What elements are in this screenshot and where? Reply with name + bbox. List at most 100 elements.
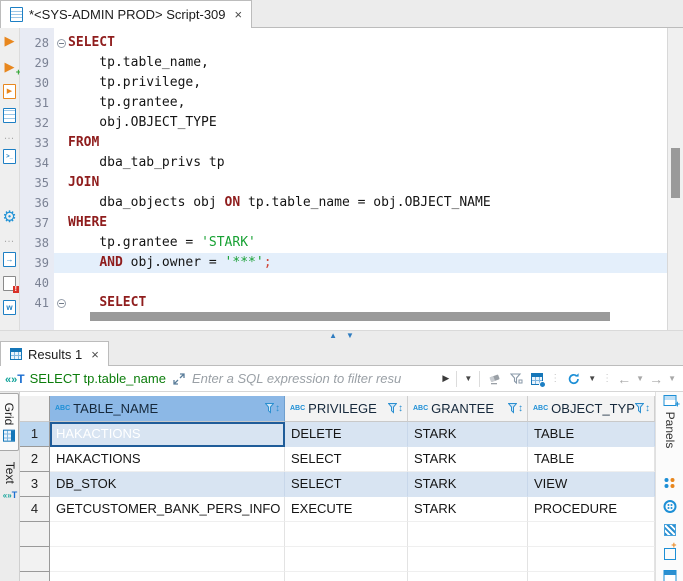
code-line-41[interactable]: 41 SELECT (20, 293, 667, 313)
cell[interactable]: SELECT (285, 447, 408, 472)
code-line-31[interactable]: 31 tp.grantee, (20, 93, 667, 113)
code-line-40[interactable]: 40 (20, 273, 667, 293)
fetch-forward-dropdown-icon[interactable]: ▼ (668, 374, 676, 383)
save-file-error-icon[interactable]: ! (3, 276, 16, 291)
expand-filter-icon[interactable] (173, 373, 185, 385)
grid-settings-icon[interactable] (531, 373, 543, 385)
sql-console-icon[interactable]: >_ (3, 149, 16, 164)
refresh-icon[interactable] (567, 372, 581, 386)
code-line-28[interactable]: 28SELECT (20, 33, 667, 53)
apply-filter-icon[interactable]: ▶ (442, 373, 449, 384)
refresh-dropdown-icon[interactable]: ▼ (588, 374, 596, 383)
cell[interactable]: GETCUSTOMER_BANK_PERS_INFO (50, 497, 285, 522)
filter-sort-icon[interactable]: ↕ (635, 403, 650, 414)
cell[interactable]: PROCEDURE (528, 497, 655, 522)
divider (456, 371, 457, 387)
execute-statement-new-tab-icon[interactable]: ▶+ (1, 58, 18, 75)
filter-sort-icon[interactable]: ↕ (388, 403, 403, 414)
cell[interactable]: STARK (408, 497, 528, 522)
cell[interactable]: TABLE (528, 447, 655, 472)
editor-results-splitter[interactable]: ▲ ▼ (0, 330, 683, 341)
cell (408, 547, 528, 572)
filters-menu-icon[interactable] (510, 373, 523, 385)
cell (408, 572, 528, 581)
code-line-33[interactable]: 33FROM (20, 133, 667, 153)
close-icon[interactable]: × (91, 347, 99, 362)
column-header-privilege[interactable]: ABCPRIVILEGE↕ (285, 396, 408, 422)
word-wrap-icon[interactable]: w (3, 300, 16, 315)
sql-script-icon (10, 7, 23, 22)
cell[interactable]: STARK (408, 447, 528, 472)
metadata-panel-icon[interactable] (664, 548, 676, 560)
filter-sort-icon[interactable]: ↕ (508, 403, 523, 414)
row-number[interactable]: 3 (20, 472, 50, 497)
value-viewer-icon[interactable] (664, 478, 675, 489)
editor-tab[interactable]: *<SYS-ADMIN PROD> Script-309 × (0, 0, 252, 28)
fetch-forward-icon[interactable]: → (649, 372, 663, 386)
editor-vertical-scrollbar[interactable] (671, 148, 680, 198)
fetch-back-dropdown-icon[interactable]: ▼ (636, 374, 644, 383)
code-line-35[interactable]: 35JOIN (20, 173, 667, 193)
next-query-icon[interactable]: → (3, 252, 16, 267)
code-line-34[interactable]: 34 dba_tab_privs tp (20, 153, 667, 173)
editor-horizontal-scrollbar[interactable] (90, 312, 610, 321)
execute-script-icon[interactable]: ▶ (3, 84, 16, 99)
cell[interactable]: SELECT (285, 472, 408, 497)
grid-presentation-icon (3, 429, 15, 441)
code-line-32[interactable]: 32 obj.OBJECT_TYPE (20, 113, 667, 133)
panels-strip: Panels (655, 392, 683, 581)
grid-corner-cell[interactable] (20, 396, 50, 422)
settings-gear-icon[interactable]: ⚙ (1, 209, 18, 226)
divider (479, 371, 480, 387)
code-line-38[interactable]: 38 tp.grantee = 'STARK' (20, 233, 667, 253)
cell[interactable]: STARK (408, 472, 528, 497)
cell[interactable]: DELETE (285, 422, 408, 447)
tab-grid-presentation[interactable]: Grid (0, 393, 19, 451)
cell[interactable]: VIEW (528, 472, 655, 497)
row-number[interactable]: 1 (20, 422, 50, 447)
cell[interactable]: HAKACTIONS (50, 447, 285, 472)
cell[interactable]: DB_STOK (50, 472, 285, 497)
grouping-panel-icon[interactable] (663, 570, 676, 581)
calc-panel-icon[interactable] (664, 524, 676, 536)
maximize-panel-icon[interactable] (663, 395, 676, 406)
close-icon[interactable]: × (235, 7, 243, 22)
column-header-table_name[interactable]: ABCTABLE_NAME↕ (50, 396, 285, 422)
column-header-grantee[interactable]: ABCGRANTEE↕ (408, 396, 528, 422)
row-number[interactable]: 4 (20, 497, 50, 522)
cell[interactable]: STARK (408, 422, 528, 447)
code-line-39[interactable]: 39 AND obj.owner = '***'; (20, 253, 667, 273)
splitter-down-icon[interactable]: ▼ (346, 332, 354, 340)
execute-statement-icon[interactable]: ▶ (1, 32, 18, 49)
cell[interactable]: TABLE (528, 422, 655, 447)
editor-scrollbar-track[interactable] (667, 28, 683, 330)
erase-filter-icon[interactable] (488, 373, 502, 385)
filter-history-dropdown-icon[interactable]: ▼ (464, 374, 472, 383)
filter-query-text[interactable]: SELECT tp.table_name (30, 371, 166, 386)
column-header-object_type[interactable]: ABCOBJECT_TYPE↕ (528, 396, 655, 422)
cell[interactable]: HAKACTIONS (50, 422, 285, 447)
sql-editor[interactable]: 28SELECT29 tp.table_name,30 tp.privilege… (20, 28, 667, 330)
code-line-30[interactable]: 30 tp.privilege, (20, 73, 667, 93)
grid-header: ABCTABLE_NAME↕ABCPRIVILEGE↕ABCGRANTEE↕AB… (20, 396, 655, 422)
row-number[interactable]: 2 (20, 447, 50, 472)
toolbar-overflow-icon: … (1, 132, 18, 140)
text-presentation-icon: «»T (2, 490, 16, 500)
code-line-29[interactable]: 29 tp.table_name, (20, 53, 667, 73)
code-line-36[interactable]: 36 dba_objects obj ON tp.table_name = ob… (20, 193, 667, 213)
tab-text-presentation[interactable]: Text «»T (0, 454, 19, 510)
splitter-up-icon[interactable]: ▲ (329, 332, 337, 340)
text-tab-label: Text (3, 462, 17, 484)
filter-sort-icon[interactable]: ↕ (265, 403, 280, 414)
filter-input[interactable]: Enter a SQL expression to filter resu (192, 371, 439, 386)
fetch-back-icon[interactable]: ← (617, 372, 631, 386)
code-line-37[interactable]: 37WHERE (20, 213, 667, 233)
results-tab-bar: Results 1 × (0, 341, 683, 366)
dbeaver-window: *<SYS-ADMIN PROD> Script-309 × ▶▶+▶…>_⚙…… (0, 0, 683, 581)
cell (408, 522, 528, 547)
explain-plan-icon[interactable] (3, 108, 16, 123)
cell[interactable]: EXECUTE (285, 497, 408, 522)
references-icon[interactable] (663, 500, 676, 513)
results-tab[interactable]: Results 1 × (0, 341, 109, 366)
cell (285, 572, 408, 581)
